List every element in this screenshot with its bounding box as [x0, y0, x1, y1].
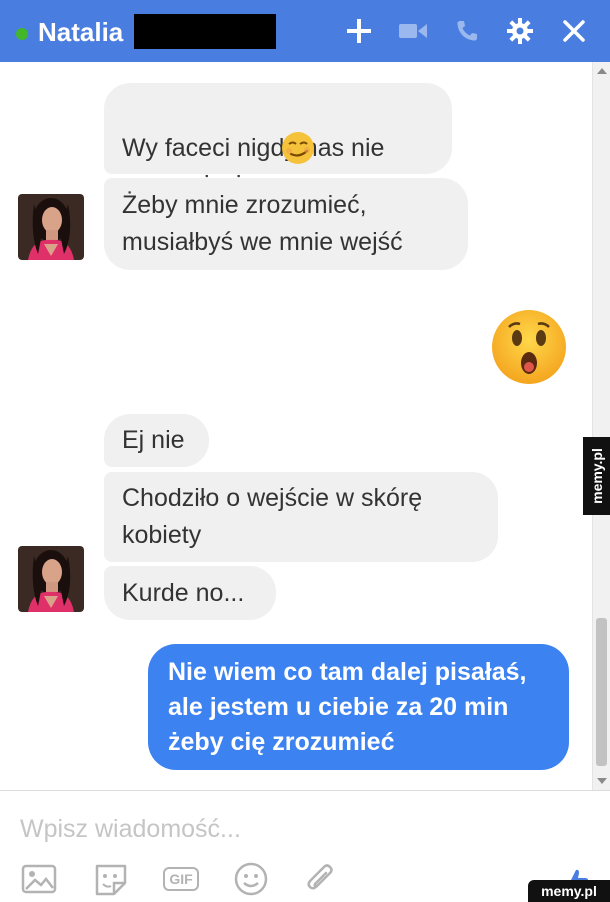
- emoji-icon[interactable]: [232, 861, 270, 897]
- message-text: Żeby mnie zrozumieć, musiałbyś we mnie w…: [122, 191, 403, 256]
- redacted-surname: [134, 14, 276, 49]
- message-text: Ej nie: [122, 426, 185, 454]
- astonished-emoji-icon: [492, 310, 566, 384]
- sticker-icon[interactable]: [92, 861, 130, 897]
- settings-icon[interactable]: [503, 14, 537, 48]
- received-message: Chodziło o wejście w skórę kobiety: [104, 472, 498, 562]
- sent-message: Nie wiem co tam dalej pisałaś, ale jeste…: [148, 644, 569, 770]
- scrollbar-thumb[interactable]: [596, 618, 607, 766]
- chat-header: Natalia: [0, 0, 610, 62]
- scrollbar[interactable]: [592, 62, 610, 790]
- video-call-icon[interactable]: [396, 14, 430, 48]
- received-message: Kurde no...: [104, 566, 276, 620]
- watermark-side: memy.pl: [583, 437, 610, 515]
- message-text: Kurde no...: [122, 578, 245, 607]
- scroll-up-arrow-icon[interactable]: [597, 68, 607, 74]
- contact-avatar[interactable]: [18, 194, 84, 260]
- message-input[interactable]: Wpisz wiadomość...: [20, 815, 241, 844]
- contact-avatar[interactable]: [18, 546, 84, 612]
- close-icon[interactable]: [557, 14, 591, 48]
- attachment-icon[interactable]: [302, 861, 340, 897]
- add-icon[interactable]: [342, 14, 376, 48]
- contact-name[interactable]: Natalia: [38, 15, 123, 49]
- online-status-dot: [16, 28, 28, 40]
- message-text: Nie wiem co tam dalej pisałaś, ale jeste…: [168, 657, 527, 756]
- message-text: Chodziło o wejście w skórę kobiety: [122, 484, 423, 549]
- scroll-down-arrow-icon[interactable]: [597, 778, 607, 784]
- message-composer: Wpisz wiadomość... GIF: [0, 791, 610, 902]
- received-message: Ej nie: [104, 414, 209, 467]
- received-message: Żeby mnie zrozumieć, musiałbyś we mnie w…: [104, 178, 468, 270]
- photo-icon[interactable]: [20, 861, 58, 897]
- received-message: Wy faceci nigdy nas nie zrozumiecie: [104, 83, 452, 199]
- gif-icon[interactable]: GIF: [162, 861, 200, 897]
- watermark-bottom: memy.pl: [528, 880, 610, 902]
- gif-label: GIF: [163, 867, 199, 891]
- watermark-text: memy.pl: [588, 448, 605, 504]
- smirk-emoji-icon: [282, 132, 314, 164]
- message-thread[interactable]: Wy faceci nigdy nas nie zrozumiecie Żeby…: [0, 62, 592, 790]
- phone-icon[interactable]: [450, 14, 484, 48]
